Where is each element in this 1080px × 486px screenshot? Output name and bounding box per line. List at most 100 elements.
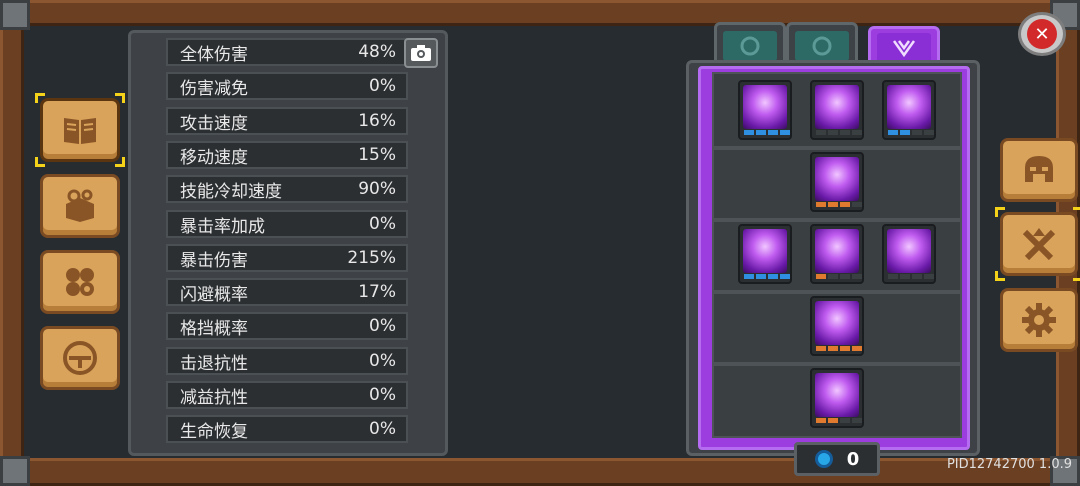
skill-level-pips — [816, 346, 862, 351]
selection-corner — [35, 157, 45, 167]
stat-row: 击退抗性 0% — [166, 347, 408, 375]
stat-label: 攻击速度 — [180, 113, 248, 134]
frame-top — [0, 0, 1080, 26]
stat-label: 格挡概率 — [180, 318, 248, 339]
skill-node[interactable] — [810, 224, 864, 284]
stat-row: 攻击速度 16% — [166, 107, 408, 135]
skill-level-pip — [816, 346, 826, 351]
stat-row: 减益抗性 0% — [166, 381, 408, 409]
skill-art-icon — [815, 85, 859, 129]
selection-corner — [115, 93, 125, 103]
skill-upgrade-button[interactable] — [995, 207, 1080, 281]
skill-art-icon — [743, 85, 787, 129]
skill-level-pip — [924, 130, 934, 135]
skill-art-icon — [815, 157, 859, 201]
stat-row: 技能冷却速度 90% — [166, 175, 408, 203]
gears-cluster-icon — [66, 268, 94, 296]
stat-label: 生命恢复 — [180, 421, 248, 442]
stat-row: 暴击率加成 0% — [166, 210, 408, 238]
stat-value: 48% — [358, 42, 396, 62]
skill-node[interactable] — [810, 80, 864, 140]
category-emblem-button[interactable] — [40, 326, 120, 390]
skill-level-pip — [828, 346, 838, 351]
stat-label: 暴击率加成 — [180, 216, 265, 237]
stat-label: 击退抗性 — [180, 353, 248, 374]
selection-corner — [995, 271, 1005, 281]
skill-level-pip — [828, 274, 838, 279]
skill-node[interactable] — [810, 296, 864, 356]
scroll-map-icon — [66, 189, 94, 222]
skill-level-pip — [828, 202, 838, 207]
stat-value: 90% — [358, 179, 396, 199]
skill-level-pip — [756, 274, 766, 279]
skill-art-icon — [887, 229, 931, 273]
skill-level-pip — [888, 130, 898, 135]
selection-corner — [115, 157, 125, 167]
helmet-icon — [1025, 156, 1053, 182]
frame-left — [0, 24, 24, 460]
stat-row: 格挡概率 0% — [166, 312, 408, 340]
stat-label: 全体伤害 — [180, 44, 248, 65]
skill-art-icon — [815, 301, 859, 345]
skill-level-pip — [744, 130, 754, 135]
selection-corner — [995, 207, 1005, 217]
emblem-icon — [812, 36, 832, 55]
equipment-helmet-button[interactable] — [1000, 138, 1078, 202]
stat-value: 215% — [347, 248, 396, 268]
skill-level-pip — [852, 130, 862, 135]
category-map-button[interactable] — [40, 174, 120, 238]
skill-level-pip — [852, 274, 862, 279]
skill-level-pip — [912, 130, 922, 135]
skill-level-pip — [756, 130, 766, 135]
stat-label: 伤害减免 — [180, 78, 248, 99]
selection-corner — [1073, 271, 1080, 281]
skill-level-pip — [840, 130, 850, 135]
frame-corner — [0, 0, 30, 30]
skill-level-pips — [888, 274, 934, 279]
stat-row: 暴击伤害 215% — [166, 244, 408, 272]
stat-label: 移动速度 — [180, 147, 248, 168]
close-button[interactable]: ✕ — [1018, 12, 1066, 56]
skill-level-pip — [816, 130, 826, 135]
frame-corner — [0, 456, 30, 486]
skill-art-icon — [743, 229, 787, 273]
stat-label: 闪避概率 — [180, 284, 248, 305]
emblem-icon — [740, 36, 760, 55]
skill-level-pips — [744, 274, 790, 279]
settings-gear-button[interactable] — [1000, 288, 1078, 352]
skill-level-pip — [888, 274, 898, 279]
skill-level-pip — [924, 274, 934, 279]
skill-level-pip — [900, 130, 910, 135]
stat-value: 0% — [369, 385, 396, 405]
stat-value: 0% — [369, 316, 396, 336]
category-stats-book-button[interactable] — [35, 93, 125, 167]
skill-node[interactable] — [810, 152, 864, 212]
category-gears-button[interactable] — [40, 250, 120, 314]
stat-row: 闪避概率 17% — [166, 278, 408, 306]
stat-label: 减益抗性 — [180, 387, 248, 408]
skill-level-pips — [816, 130, 862, 135]
stat-row: 伤害减免 0% — [166, 72, 408, 100]
stat-value: 17% — [358, 282, 396, 302]
selection-corner — [35, 93, 45, 103]
skill-node[interactable] — [738, 80, 792, 140]
stat-value: 16% — [358, 111, 396, 131]
skill-art-icon — [815, 373, 859, 417]
stat-value: 0% — [369, 419, 396, 439]
stat-value: 0% — [369, 351, 396, 371]
skill-level-pips — [816, 202, 862, 207]
selection-corner — [1073, 207, 1080, 217]
skill-node[interactable] — [882, 224, 936, 284]
skill-node[interactable] — [810, 368, 864, 428]
skill-level-pip — [816, 274, 826, 279]
skill-level-pips — [744, 130, 790, 135]
build-id-label: PID12742700 1.0.9 — [946, 457, 1072, 472]
stat-label: 暴击伤害 — [180, 250, 248, 271]
skill-node[interactable] — [882, 80, 936, 140]
skill-art-icon — [815, 229, 859, 273]
stat-value: 0% — [369, 214, 396, 234]
skill-level-pip — [768, 274, 778, 279]
skill-node[interactable] — [738, 224, 792, 284]
screenshot-button[interactable] — [404, 38, 438, 68]
currency-display: 0 — [794, 442, 880, 476]
